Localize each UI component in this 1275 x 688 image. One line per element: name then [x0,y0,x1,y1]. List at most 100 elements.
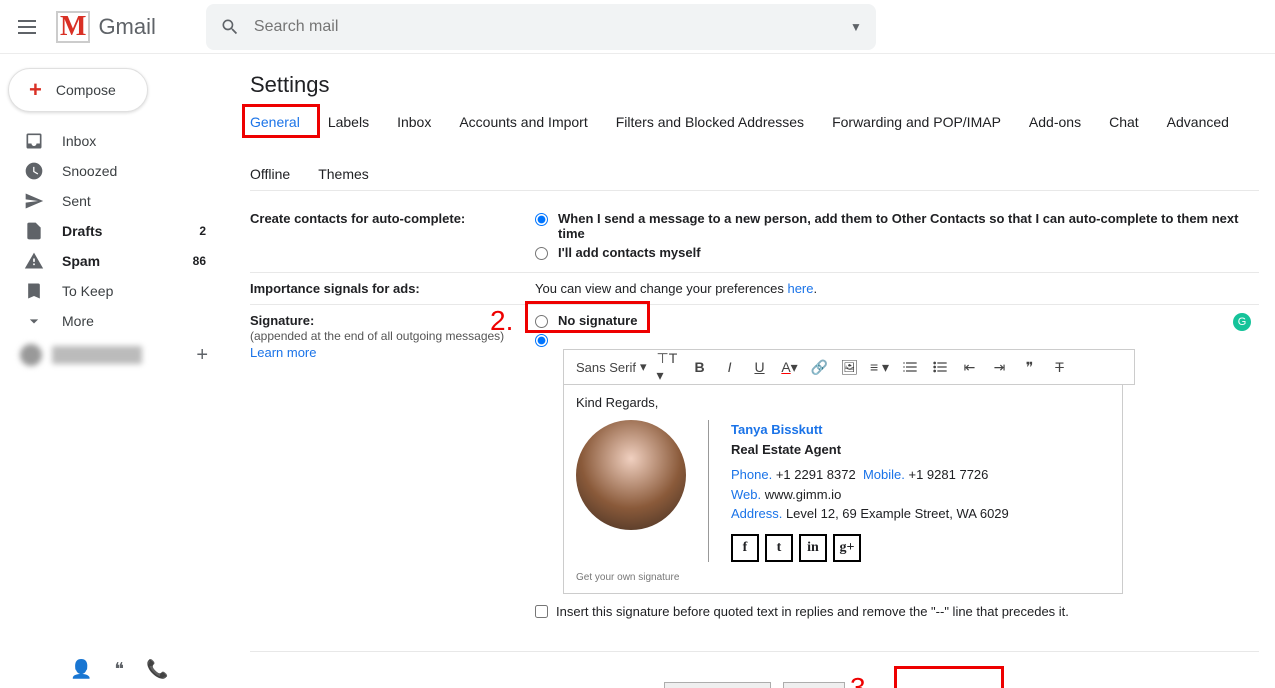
radio-auto-add[interactable] [535,213,548,226]
bullet-list-button[interactable] [927,354,953,380]
ads-text: You can view and change your preferences [535,281,787,296]
quote-button[interactable]: ❞ [1017,354,1043,380]
setting-label: Importance signals for ads: [250,281,535,296]
link-button[interactable]: 🔗 [807,354,833,380]
grammarly-icon[interactable]: G [1233,313,1251,331]
tab-forwarding[interactable]: Forwarding and POP/IMAP [832,114,1001,138]
radio-manual-add[interactable] [535,247,548,260]
tab-addons[interactable]: Add-ons [1029,114,1081,138]
tab-themes[interactable]: Themes [318,166,369,182]
annotation-3: 3. [850,672,873,688]
insert-checkbox-label: Insert this signature before quoted text… [556,604,1069,619]
setting-label: Create contacts for auto-complete: [250,211,535,264]
chevron-down-icon [24,311,44,331]
send-icon [24,191,44,211]
hamburger-menu-icon[interactable] [18,20,36,34]
signature-editor[interactable]: Kind Regards, Tanya Bisskutt Real Estate… [563,385,1123,594]
ads-here-link[interactable]: here [787,281,813,296]
tab-accounts[interactable]: Accounts and Import [459,114,587,138]
sidebar-item-tokeep[interactable]: To Keep [0,276,226,306]
hangouts-icon[interactable]: ❝ [114,659,124,680]
settings-tabs: 1. General Labels Inbox Accounts and Imp… [250,114,1259,191]
annotation-box-1 [242,104,320,138]
sig-greeting: Kind Regards, [576,395,1110,410]
action-row: 3. Save Changes Cancel [250,651,1259,688]
sidebar-item-more[interactable]: More [0,306,226,336]
person-icon[interactable]: 👤 [70,659,92,680]
sig-info: Tanya Bisskutt Real Estate Agent Phone. … [731,420,1009,562]
gmail-m-icon: M [56,11,90,43]
dropdown-icon: ▾ [640,359,647,375]
save-changes-button[interactable]: Save Changes [664,682,771,688]
hangouts-tabs: 👤 ❝ 📞 [70,659,169,680]
sidebar-item-drafts[interactable]: Drafts 2 [0,216,226,246]
sidebar-item-sent[interactable]: Sent [0,186,226,216]
top-bar: M Gmail ▼ [0,0,1275,54]
bold-button[interactable]: B [687,354,713,380]
setting-create-contacts: Create contacts for auto-complete: When … [250,203,1259,273]
gmail-logo[interactable]: M Gmail [56,11,156,43]
indent-more-button[interactable]: ⇥ [987,354,1013,380]
setting-signature: Signature: (appended at the end of all o… [250,305,1259,627]
font-selector[interactable]: Sans Serif ▾ [570,359,653,375]
compose-label: Compose [56,82,116,98]
tab-advanced[interactable]: Advanced [1167,114,1229,138]
indent-less-button[interactable]: ⇤ [957,354,983,380]
setting-label: Signature: [250,313,314,328]
compose-plus-icon: + [29,79,42,101]
annotation-box-3 [894,666,1004,688]
align-button[interactable]: ≡ ▾ [867,354,893,380]
annotation-2: 2. [490,305,513,337]
search-icon [220,17,240,37]
googleplus-icon[interactable]: g+ [833,534,861,562]
sidebar-item-spam[interactable]: Spam 86 [0,246,226,276]
font-size-button[interactable]: ⊤T ▾ [657,354,683,380]
sidebar: + Compose Inbox Snoozed Sent Drafts 2 [0,54,226,688]
numbered-list-button[interactable] [897,354,923,380]
tab-offline[interactable]: Offline [250,166,290,182]
cancel-button[interactable]: Cancel [783,682,845,688]
sig-footer-link[interactable]: Get your own signature [576,572,1110,583]
sidebar-item-inbox[interactable]: Inbox [0,126,226,156]
remove-format-button[interactable]: T [1047,354,1073,380]
tab-filters[interactable]: Filters and Blocked Addresses [616,114,804,138]
text-color-button[interactable]: A ▾ [777,354,803,380]
signature-toolbar: Sans Serif ▾ ⊤T ▾ B I U A ▾ 🔗 🖼 ≡ ▾ ⇤ ⇥ [563,349,1135,385]
search-bar[interactable]: ▼ [206,4,876,50]
image-button[interactable]: 🖼 [837,354,863,380]
nav-list: Inbox Snoozed Sent Drafts 2 Spam 86 [0,126,226,336]
italic-button[interactable]: I [717,354,743,380]
linkedin-icon[interactable]: in [799,534,827,562]
twitter-icon[interactable]: t [765,534,793,562]
radio-label: I'll add contacts myself [558,245,701,260]
radio-label: When I send a message to a new person, a… [558,211,1259,241]
gmail-logo-text: Gmail [98,14,155,40]
tab-inbox[interactable]: Inbox [397,114,431,138]
learn-more-link[interactable]: Learn more [250,345,535,360]
search-input[interactable] [254,18,850,36]
spam-icon [24,251,44,271]
radio-use-signature[interactable] [535,334,548,347]
underline-button[interactable]: U [747,354,773,380]
tab-labels[interactable]: Labels [328,114,369,138]
sig-title: Real Estate Agent [731,440,1009,460]
page-title: Settings [250,72,1259,98]
clock-icon [24,161,44,181]
phone-icon[interactable]: 📞 [146,659,168,680]
facebook-icon[interactable]: f [731,534,759,562]
tag-icon [24,281,44,301]
new-chat-icon[interactable]: + [196,344,208,367]
tab-chat[interactable]: Chat [1109,114,1139,138]
setting-sublabel: (appended at the end of all outgoing mes… [250,329,504,343]
hangouts-account[interactable]: + [0,336,226,374]
file-icon [24,221,44,241]
search-options-dropdown-icon[interactable]: ▼ [850,20,862,34]
avatar-image [576,420,686,530]
compose-button[interactable]: + Compose [8,68,148,112]
sidebar-item-snoozed[interactable]: Snoozed [0,156,226,186]
inbox-icon [24,131,44,151]
setting-importance-ads: Importance signals for ads: You can view… [250,273,1259,305]
annotation-box-2 [525,301,650,333]
insert-before-quote-checkbox[interactable] [535,605,548,618]
main-content: Settings 1. General Labels Inbox Account… [226,54,1275,688]
